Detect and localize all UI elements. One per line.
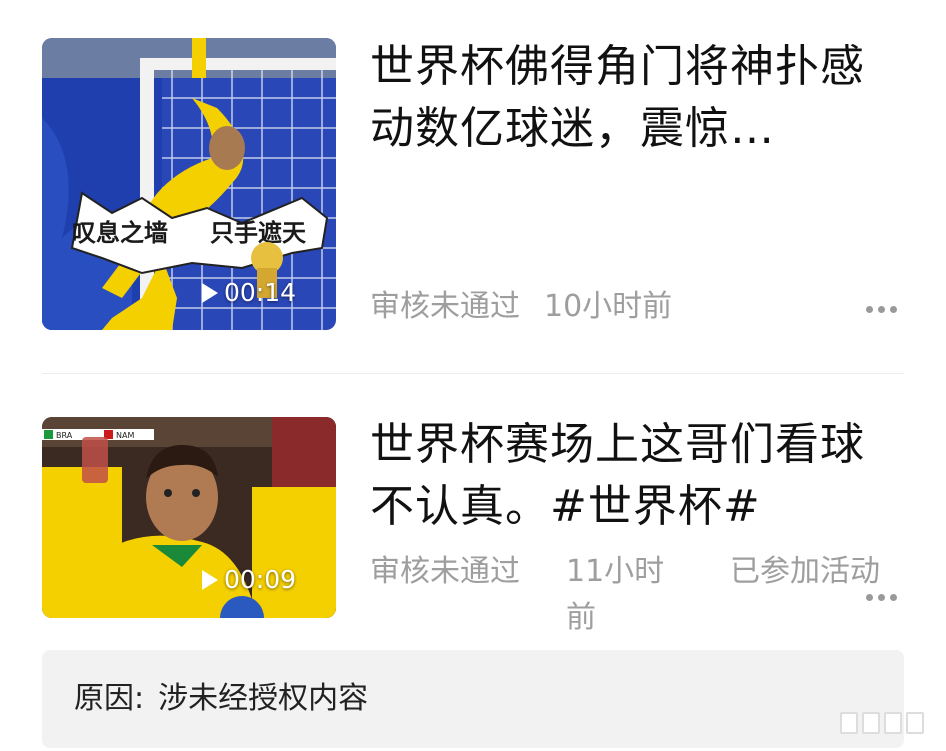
duration-text: 00:09 [224,565,297,594]
post-time: 10小时前 [544,289,673,324]
review-status: 审核未通过 [370,554,520,589]
post-meta: 审核未通过 10小时前 [370,284,672,330]
scoreboard-right: NAM [116,431,134,440]
video-duration: 00:14 [202,278,296,307]
reason-text: 涉未经授权内容 [158,681,369,716]
play-icon [202,282,218,303]
video-thumbnail[interactable]: BRA NAM 00:09 [42,417,336,618]
reason-label: 原因: [74,681,145,716]
rejection-reason-box: 原因: 涉未经授权内容 [42,650,904,748]
post-title[interactable]: 世界杯佛得角门将神扑感动数亿球迷，震惊… [370,36,900,160]
review-status: 审核未通过 [370,289,520,324]
rejection-reason: 原因: 涉未经授权内容 [74,678,368,720]
play-icon [202,569,218,590]
post-title[interactable]: 世界杯赛场上这哥们看球不认真。#世界杯# [370,414,900,538]
thumbnail-caption-right: 只手遮天 [210,219,306,247]
thumbnail-caption-left: 叹息之墙 [72,219,168,247]
more-icon[interactable] [866,306,897,313]
video-duration: 00:09 [202,565,296,594]
duration-text: 00:14 [224,278,297,307]
video-thumbnail[interactable]: 叹息之墙 只手遮天 00:14 [42,38,336,330]
divider [42,373,904,374]
scoreboard-left: BRA [56,431,73,440]
more-icon[interactable] [866,594,897,601]
post-card[interactable]: 叹息之墙 只手遮天 00:14 世界杯佛得角门将神扑感动数亿球迷，震惊… 审核未… [0,0,946,370]
activity-status: 已参加活动 [730,554,880,589]
post-time: 11小时前 [566,554,665,635]
watermark [840,712,924,734]
